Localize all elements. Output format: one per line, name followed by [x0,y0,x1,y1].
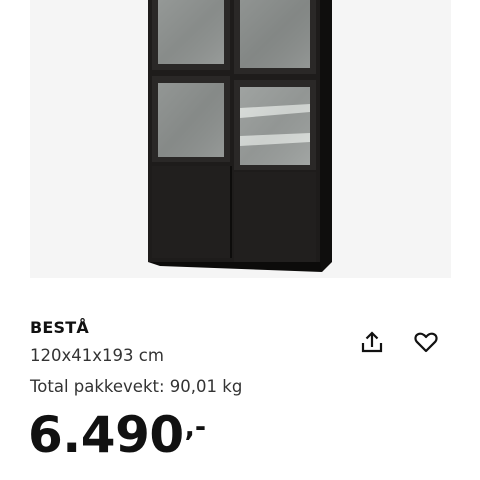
price-suffix: ,- [184,412,207,443]
share-icon [361,331,383,353]
product-dimensions: 120x41x193 cm [30,346,164,365]
product-name[interactable]: BESTÅ [30,318,89,337]
cabinet-illustration [148,0,332,272]
favorite-button[interactable] [411,327,441,357]
price-amount: 6.490 [28,406,184,464]
heart-icon [414,332,438,353]
price: 6.490 ,- [28,410,206,460]
share-button[interactable] [357,328,387,358]
product-image[interactable] [30,0,451,278]
product-weight: Total pakkevekt: 90,01 kg [30,377,243,396]
